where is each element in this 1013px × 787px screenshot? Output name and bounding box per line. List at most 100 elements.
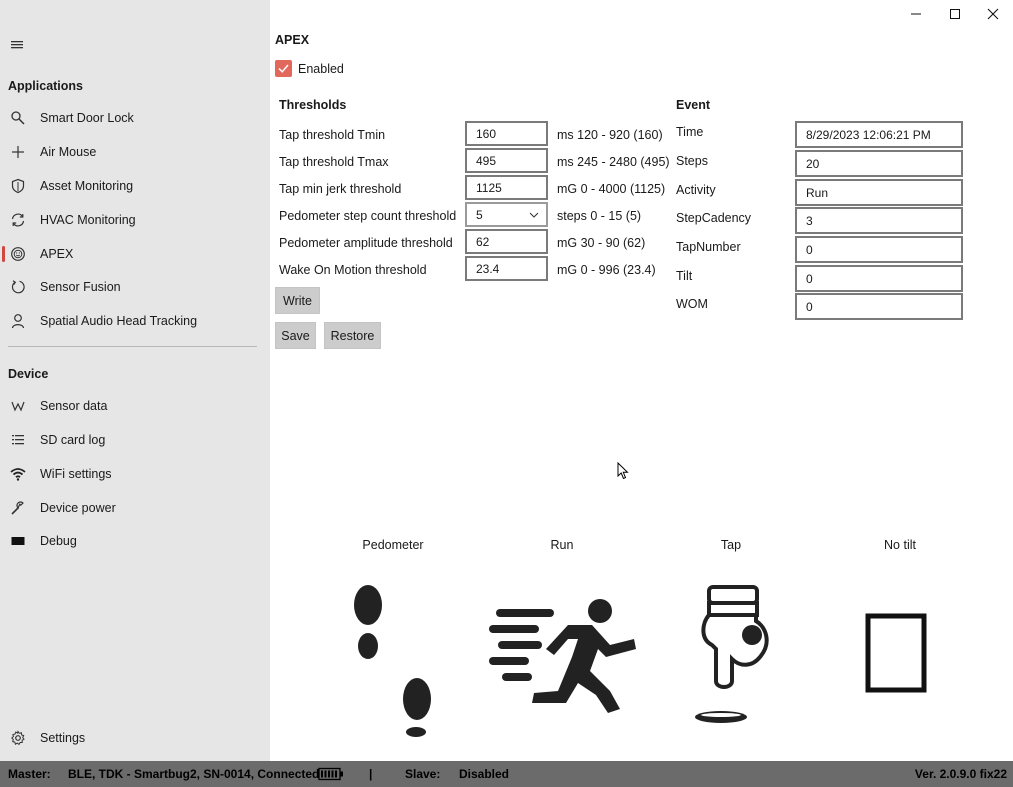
- field-value: 3: [806, 213, 813, 228]
- sidebar-divider: [8, 346, 257, 347]
- search-icon: [9, 109, 27, 127]
- sidebar-item-label: Air Mouse: [40, 145, 97, 159]
- run-caption: Run: [550, 538, 574, 552]
- tap-tmin-input[interactable]: 160: [465, 121, 548, 146]
- threshold-label: Pedometer amplitude threshold: [279, 236, 453, 250]
- event-label: Time: [676, 125, 704, 139]
- enabled-label: Enabled: [298, 61, 344, 76]
- sidebar-item-label: WiFi settings: [40, 467, 112, 481]
- minimize-icon: [911, 13, 921, 15]
- sidebar-item-apex[interactable]: APEX: [0, 238, 270, 270]
- dropdown-value: 5: [476, 207, 483, 222]
- input-value: 23.4: [476, 261, 500, 276]
- event-label: WOM: [676, 297, 708, 311]
- smiley-icon: [9, 245, 27, 263]
- threshold-range: steps 0 - 15 (5): [557, 209, 642, 223]
- restore-button[interactable]: Restore: [324, 322, 381, 349]
- slave-value: Disabled: [459, 767, 510, 781]
- field-value: 8/29/2023 12:06:21 PM: [806, 127, 931, 142]
- threshold-label: Tap min jerk threshold: [279, 182, 402, 196]
- input-value: 160: [476, 126, 497, 141]
- pedometer-caption: Pedometer: [362, 538, 424, 552]
- sidebar-item-smart-door-lock[interactable]: Smart Door Lock: [0, 102, 270, 134]
- sidebar-item-label: HVAC Monitoring: [40, 213, 136, 227]
- enabled-checkbox[interactable]: Enabled: [275, 60, 344, 77]
- threshold-label: Tap threshold Tmax: [279, 155, 389, 169]
- event-tilt-field[interactable]: 0: [795, 265, 963, 292]
- sidebar-item-debug[interactable]: Debug: [0, 525, 270, 557]
- field-value: 0: [806, 299, 813, 314]
- sidebar-item-settings[interactable]: Settings: [0, 722, 270, 754]
- sidebar-item-hvac-monitoring[interactable]: HVAC Monitoring: [0, 204, 270, 236]
- sidebar: Applications Smart Door Lock Air Mouse A…: [0, 0, 270, 761]
- maximize-icon: [950, 9, 960, 19]
- checkmark-icon: [275, 60, 292, 77]
- plus-icon: [9, 143, 27, 161]
- wrench-icon: [9, 499, 27, 517]
- sidebar-item-sd-card-log[interactable]: SD card log: [0, 424, 270, 456]
- close-button[interactable]: [973, 2, 1013, 26]
- battery-icon: [318, 767, 343, 781]
- pedometer-amplitude-input[interactable]: 62: [465, 229, 548, 254]
- thresholds-heading: Thresholds: [279, 98, 347, 112]
- event-time-field[interactable]: 8/29/2023 12:06:21 PM: [795, 121, 963, 148]
- save-button[interactable]: Save: [275, 322, 316, 349]
- gear-icon: [9, 729, 27, 747]
- sidebar-item-air-mouse[interactable]: Air Mouse: [0, 136, 270, 168]
- person-icon: [9, 312, 27, 330]
- input-value: 1125: [476, 180, 502, 195]
- sidebar-item-sensor-fusion[interactable]: Sensor Fusion: [0, 271, 270, 303]
- sidebar-item-label: Smart Door Lock: [40, 111, 134, 125]
- status-bar: Master: BLE, TDK - Smartbug2, SN-0014, C…: [0, 761, 1013, 787]
- event-label: Tilt: [676, 269, 693, 283]
- step-count-dropdown[interactable]: 5: [465, 202, 548, 227]
- sidebar-item-label: Debug: [40, 534, 77, 548]
- sidebar-item-spatial-audio-head-tracking[interactable]: Spatial Audio Head Tracking: [0, 305, 270, 337]
- tap-caption: Tap: [720, 538, 742, 552]
- sidebar-item-label: Sensor data: [40, 399, 108, 413]
- sidebar-item-label: APEX: [40, 247, 74, 261]
- event-stepcadency-field[interactable]: 3: [795, 207, 963, 234]
- mouse-cursor-icon: [617, 462, 629, 480]
- list-icon: [9, 431, 27, 449]
- event-label: StepCadency: [676, 211, 752, 225]
- hamburger-menu-icon[interactable]: [8, 36, 26, 52]
- tap-tmax-input[interactable]: 495: [465, 148, 548, 173]
- input-value: 62: [476, 234, 490, 249]
- event-tapnumber-field[interactable]: 0: [795, 236, 963, 263]
- tap-jerk-input[interactable]: 1125: [465, 175, 548, 200]
- close-icon: [987, 8, 999, 20]
- event-steps-field[interactable]: 20: [795, 150, 963, 177]
- threshold-range: ms 245 - 2480 (495): [557, 155, 670, 169]
- slave-label: Slave:: [405, 767, 441, 781]
- chevron-down-icon: [529, 212, 539, 218]
- event-activity-field[interactable]: Run: [795, 179, 963, 206]
- event-label: TapNumber: [676, 240, 741, 254]
- master-label: Master:: [8, 767, 51, 781]
- sidebar-item-label: Asset Monitoring: [40, 179, 134, 193]
- version-label: Ver. 2.0.9.0 fix22: [914, 767, 1007, 781]
- wom-threshold-input[interactable]: 23.4: [465, 256, 548, 281]
- sidebar-item-wifi-settings[interactable]: WiFi settings: [0, 458, 270, 490]
- refresh-icon: [9, 278, 27, 296]
- event-wom-field[interactable]: 0: [795, 293, 963, 320]
- settings-label: Settings: [40, 731, 86, 745]
- maximize-button[interactable]: [935, 2, 975, 26]
- sync-icon: [9, 211, 27, 229]
- sidebar-item-device-power[interactable]: Device power: [0, 492, 270, 524]
- sidebar-item-sensor-data[interactable]: Sensor data: [0, 390, 270, 422]
- sidebar-item-label: SD card log: [40, 433, 106, 447]
- sidebar-item-label: Sensor Fusion: [40, 280, 121, 294]
- threshold-range: mG 30 - 90 (62): [557, 236, 646, 250]
- tilt-frame-icon: [865, 613, 927, 693]
- footprints-icon: [354, 585, 431, 737]
- sidebar-item-asset-monitoring[interactable]: Asset Monitoring: [0, 170, 270, 202]
- master-value: BLE, TDK - Smartbug2, SN-0014, Connected: [68, 767, 320, 781]
- field-value: 0: [806, 271, 813, 286]
- field-value: 0: [806, 242, 813, 257]
- tilt-caption: No tilt: [884, 538, 916, 552]
- write-button[interactable]: Write: [275, 287, 320, 314]
- minimize-button[interactable]: [896, 2, 936, 26]
- sensor-icon: [9, 397, 27, 415]
- event-label: Steps: [676, 154, 708, 168]
